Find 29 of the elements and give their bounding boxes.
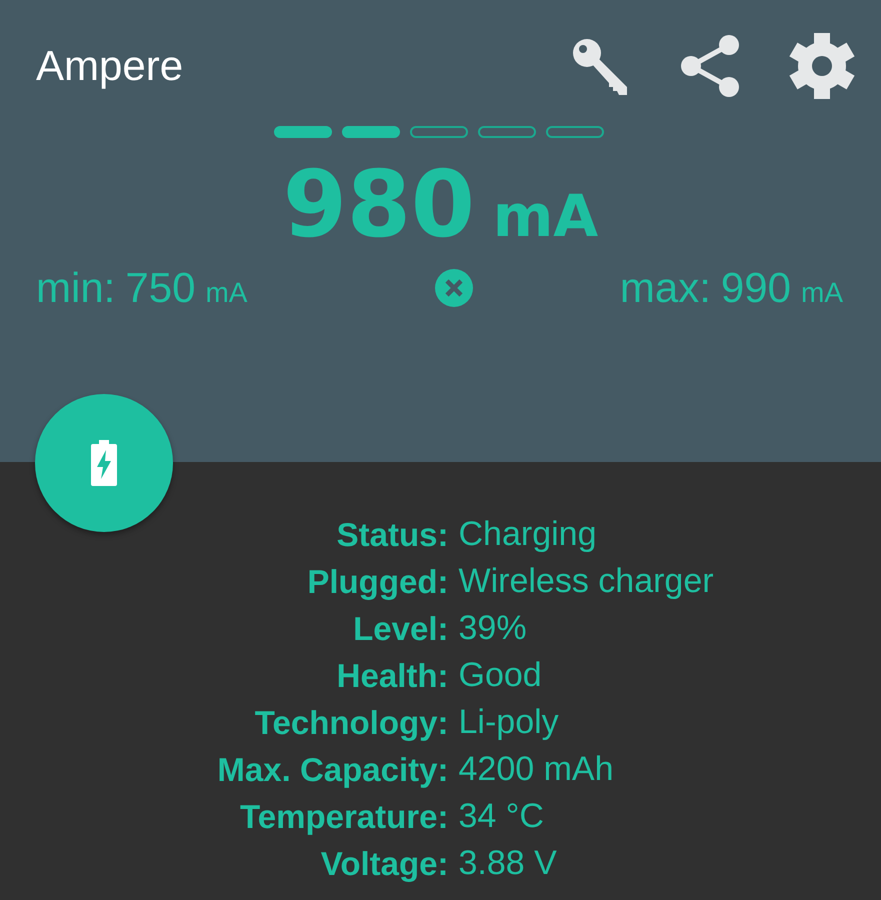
- info-value: 4200 mAh: [458, 749, 614, 790]
- app-title: Ampere: [36, 42, 184, 90]
- close-icon[interactable]: [434, 269, 473, 307]
- settings-icon[interactable]: [789, 33, 855, 99]
- info-value: Charging: [458, 514, 598, 555]
- info-value: Wireless charger: [458, 561, 714, 602]
- battery-icon: [91, 440, 117, 486]
- info-value: Good: [458, 655, 543, 696]
- info-label: Health:: [336, 656, 448, 696]
- info-label: Max. Capacity:: [217, 750, 448, 790]
- info-label: Level:: [352, 609, 448, 649]
- info-label: Temperature:: [239, 797, 448, 837]
- info-label: Technology:: [254, 703, 448, 743]
- min-label: min:: [36, 264, 116, 312]
- info-value: 34 °C: [458, 796, 545, 837]
- info-value: 3.88 V: [458, 843, 558, 884]
- share-icon[interactable]: [679, 33, 741, 99]
- info-label: Status:: [336, 515, 448, 555]
- min-value: 750: [125, 264, 196, 312]
- info-value: Li-poly: [458, 702, 560, 743]
- max-value: 990: [720, 264, 791, 312]
- current-value: 980: [282, 150, 475, 260]
- info-label: Plugged:: [306, 562, 448, 602]
- info-label: Voltage:: [320, 844, 448, 884]
- min-unit: mA: [205, 277, 248, 309]
- max-unit: mA: [801, 277, 843, 309]
- current-unit: mA: [492, 182, 598, 250]
- max-label: max:: [620, 264, 711, 312]
- info-value: 39%: [458, 608, 528, 649]
